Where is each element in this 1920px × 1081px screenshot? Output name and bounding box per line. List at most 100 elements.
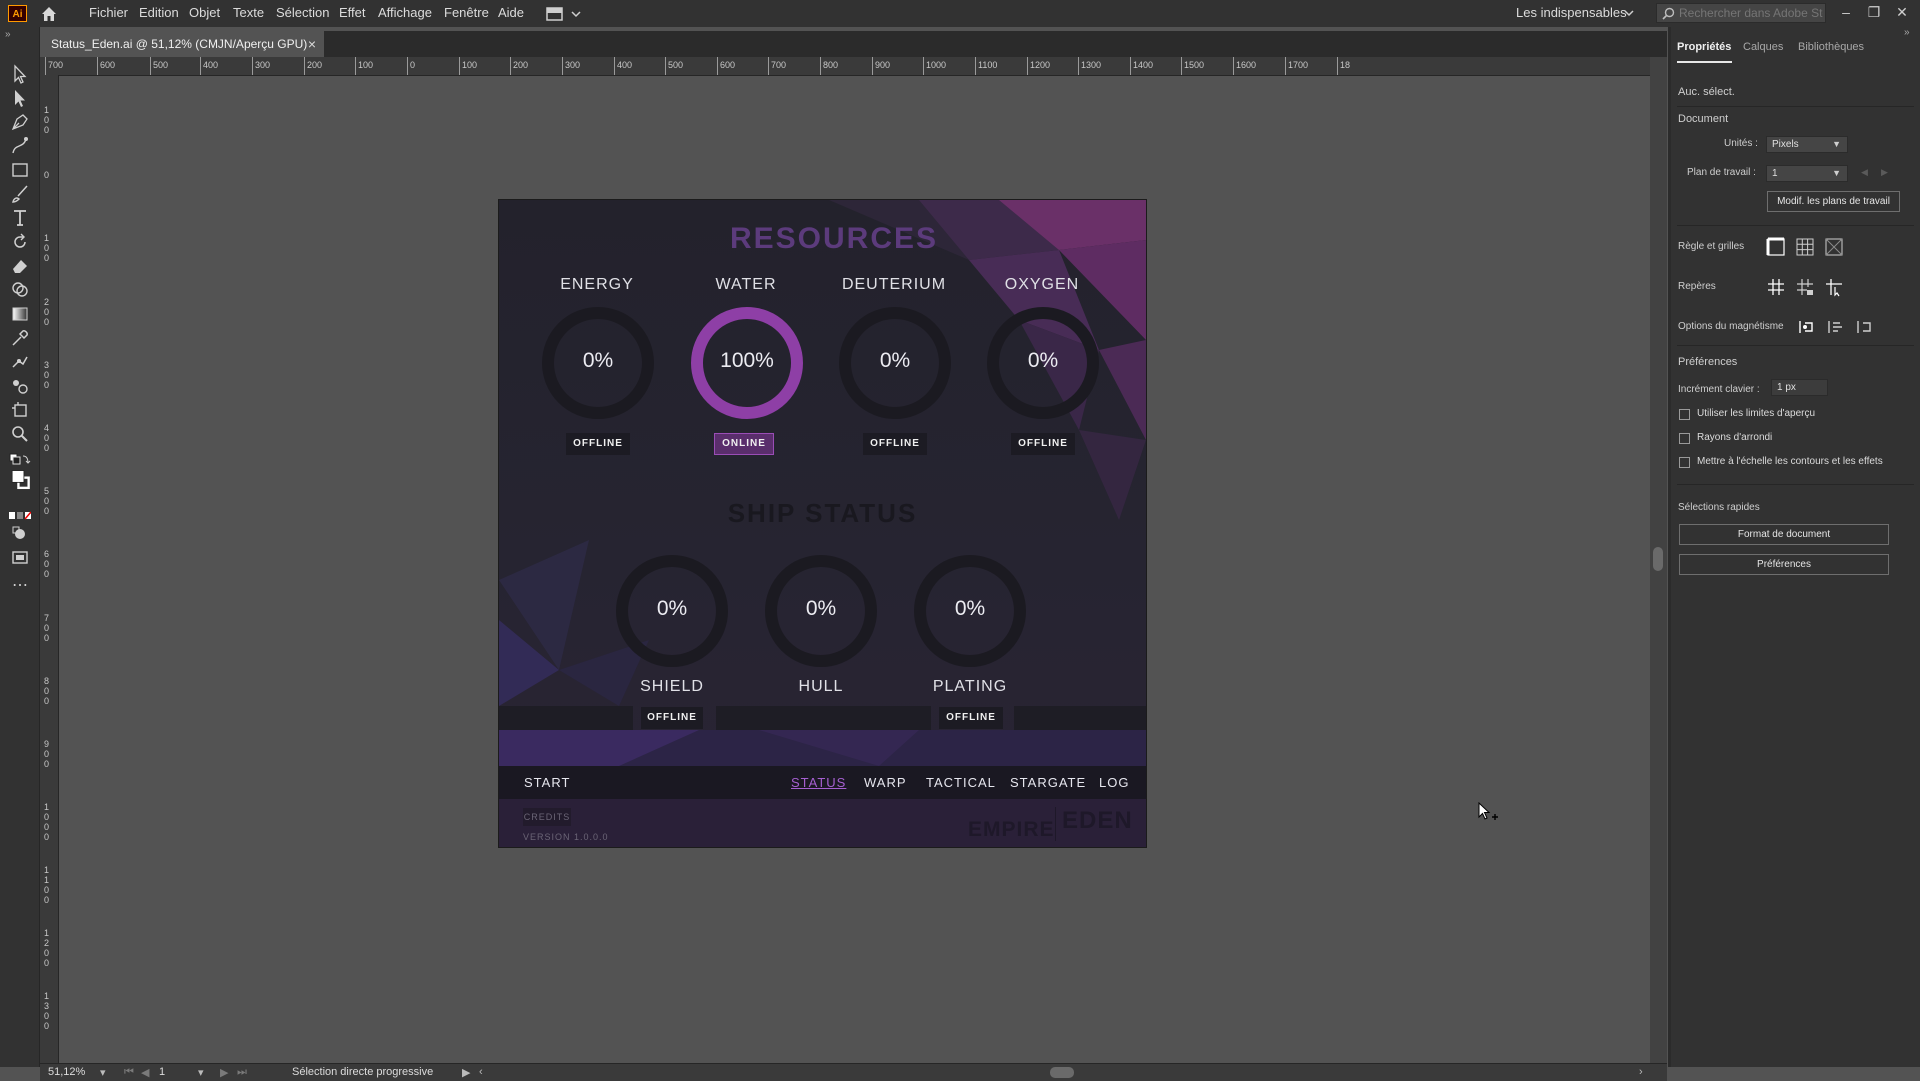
paintbrush-tool-icon[interactable] (9, 183, 31, 205)
nav-status[interactable]: STATUS (791, 766, 846, 799)
snap-to-pixel-icon[interactable] (1826, 317, 1846, 337)
curvature-tool-icon[interactable] (9, 135, 31, 157)
shape-builder-tool-icon[interactable] (9, 279, 31, 301)
type-tool-icon[interactable] (9, 207, 31, 229)
nav-log[interactable]: LOG (1099, 766, 1129, 799)
keyboard-increment-field[interactable]: 1 px (1771, 379, 1828, 396)
artboard-number[interactable]: 1 (159, 1066, 165, 1078)
more-tools-icon[interactable]: ⋯ (9, 575, 31, 597)
artboard-chevron-icon[interactable]: ▾ (198, 1066, 204, 1079)
transparency-grid-icon[interactable] (1824, 237, 1844, 257)
zoom-level[interactable]: 51,12% (48, 1066, 85, 1078)
tab-properties[interactable]: Propriétés (1677, 41, 1731, 53)
menu-affichage[interactable]: Affichage (378, 0, 432, 27)
horizontal-scroll-thumb[interactable] (1050, 1067, 1074, 1078)
menu-effet[interactable]: Effet (339, 0, 366, 27)
ship-status-title: SHIP STATUS (727, 498, 918, 528)
corner-radius-checkbox[interactable] (1679, 433, 1690, 444)
pen-tool-icon[interactable] (9, 111, 31, 133)
horizontal-ruler[interactable]: 700 600 500 400 300 200 100 0 100 200 300 400 500 600… (40, 57, 1667, 76)
rectangle-tool-icon[interactable] (9, 159, 31, 181)
zoom-chevron-icon[interactable]: ▾ (100, 1066, 106, 1079)
color-mode-icons[interactable] (9, 505, 32, 520)
scroll-left-icon[interactable]: ‹ (479, 1066, 483, 1078)
last-artboard-icon[interactable]: ⏭ (237, 1066, 247, 1079)
artboard-select[interactable]: 1 ▼ (1766, 165, 1848, 182)
previous-artboard-icon[interactable]: ◀ (1861, 167, 1868, 178)
zoom-tool-icon[interactable] (9, 423, 31, 445)
selection-tool-icon[interactable] (9, 63, 31, 85)
next-artboard-icon[interactable]: ▶ (1881, 167, 1888, 178)
workspace-layout-icon[interactable] (546, 6, 586, 22)
menu-selection[interactable]: Sélection (276, 0, 329, 27)
grid-icon[interactable] (1795, 237, 1815, 257)
workspace-selector[interactable]: Les indispensables (1516, 0, 1627, 26)
panel-collapse-icon[interactable]: » (1904, 27, 1910, 38)
collapse-toolbar-icon[interactable]: » (5, 29, 27, 41)
menu-aide[interactable]: Aide (498, 0, 524, 27)
preferences-button[interactable]: Préférences (1679, 554, 1889, 575)
ruler-tick-label: 1200 (1030, 60, 1051, 70)
ruler-tick-label: 500 (153, 60, 169, 70)
scroll-right-icon[interactable]: › (1639, 1066, 1643, 1078)
snap-to-point-icon[interactable] (1797, 317, 1817, 337)
fill-stroke-swatch-icon[interactable] (9, 469, 31, 497)
canvas[interactable]: RESOURCES ENERGY WATER DEUTERIUM OXYGEN … (59, 76, 1663, 1062)
gradient-tool-icon[interactable] (9, 303, 31, 325)
nav-tactical[interactable]: TACTICAL (926, 766, 996, 799)
water-label: WATER (715, 276, 777, 293)
menu-fichier[interactable]: Fichier (89, 0, 128, 27)
menu-objet[interactable]: Objet (189, 0, 220, 27)
menu-edition[interactable]: Edition (139, 0, 179, 27)
minimize-icon[interactable]: – (1834, 2, 1858, 24)
eraser-tool-icon[interactable] (9, 255, 31, 277)
previous-artboard-icon[interactable]: ◀ (141, 1066, 149, 1079)
credits-button[interactable]: CREDITS (523, 808, 571, 826)
preview-bounds-checkbox[interactable] (1679, 409, 1690, 420)
menu-fenetre[interactable]: Fenêtre (444, 0, 489, 27)
units-select[interactable]: Pixels ▼ (1766, 136, 1848, 153)
direct-selection-tool-icon[interactable] (9, 87, 31, 109)
close-icon[interactable]: ✕ (1890, 2, 1914, 24)
artboard[interactable]: RESOURCES ENERGY WATER DEUTERIUM OXYGEN … (499, 200, 1146, 847)
nav-warp[interactable]: WARP (864, 766, 907, 799)
smart-guides-icon[interactable] (1824, 277, 1844, 297)
nav-stargate[interactable]: STARGATE (1010, 766, 1086, 799)
default-colors-icon[interactable] (9, 449, 31, 465)
home-icon[interactable] (40, 5, 58, 23)
eyedropper-tool-icon[interactable] (9, 327, 31, 349)
document-tab[interactable]: Status_Eden.ai @ 51,12% (CMJN/Aperçu GPU… (40, 31, 324, 57)
edit-artboards-button[interactable]: Modif. les plans de travail (1767, 191, 1900, 212)
lock-guides-icon[interactable] (1795, 277, 1815, 297)
first-artboard-icon[interactable]: ⏮ (124, 1066, 134, 1079)
nav-start[interactable]: START (524, 766, 570, 799)
tab-libraries[interactable]: Bibliothèques (1798, 41, 1864, 53)
screen-mode-icon[interactable] (9, 547, 31, 569)
snap-to-glyph-icon[interactable] (1855, 317, 1875, 337)
guides-icon[interactable] (1766, 277, 1786, 297)
restore-icon[interactable]: ❐ (1862, 2, 1886, 24)
search-input[interactable] (1679, 4, 1823, 22)
chevron-down-icon[interactable] (1623, 6, 1635, 20)
rulers-icon[interactable] (1766, 237, 1786, 257)
next-artboard-icon[interactable]: ▶ (220, 1066, 228, 1079)
puppet-warp-tool-icon[interactable] (9, 351, 31, 373)
ruler-tick-label: 800 (44, 676, 50, 706)
ruler-tick-mark (459, 57, 460, 75)
active-tab-indicator (1677, 61, 1732, 63)
ruler-tick-mark (1285, 57, 1286, 75)
vertical-ruler[interactable]: 100 0 100 200 300 400 500 600 700 800 900 1000 1100 1… (40, 75, 59, 1063)
draw-mode-icon[interactable] (9, 523, 31, 545)
menu-texte[interactable]: Texte (233, 0, 264, 27)
close-tab-icon[interactable]: × (308, 31, 316, 57)
document-setup-button[interactable]: Format de document (1679, 524, 1889, 545)
scale-strokes-checkbox[interactable] (1679, 457, 1690, 468)
symbol-sprayer-tool-icon[interactable] (9, 375, 31, 397)
vertical-scrollbar[interactable] (1650, 57, 1667, 1063)
vertical-scroll-thumb[interactable] (1653, 547, 1663, 571)
rotate-tool-icon[interactable] (9, 231, 31, 253)
artboard-tool-icon[interactable] (9, 399, 31, 421)
status-menu-icon[interactable]: ▶ (462, 1066, 470, 1079)
tab-layers[interactable]: Calques (1743, 41, 1783, 53)
stock-search[interactable] (1656, 3, 1826, 23)
